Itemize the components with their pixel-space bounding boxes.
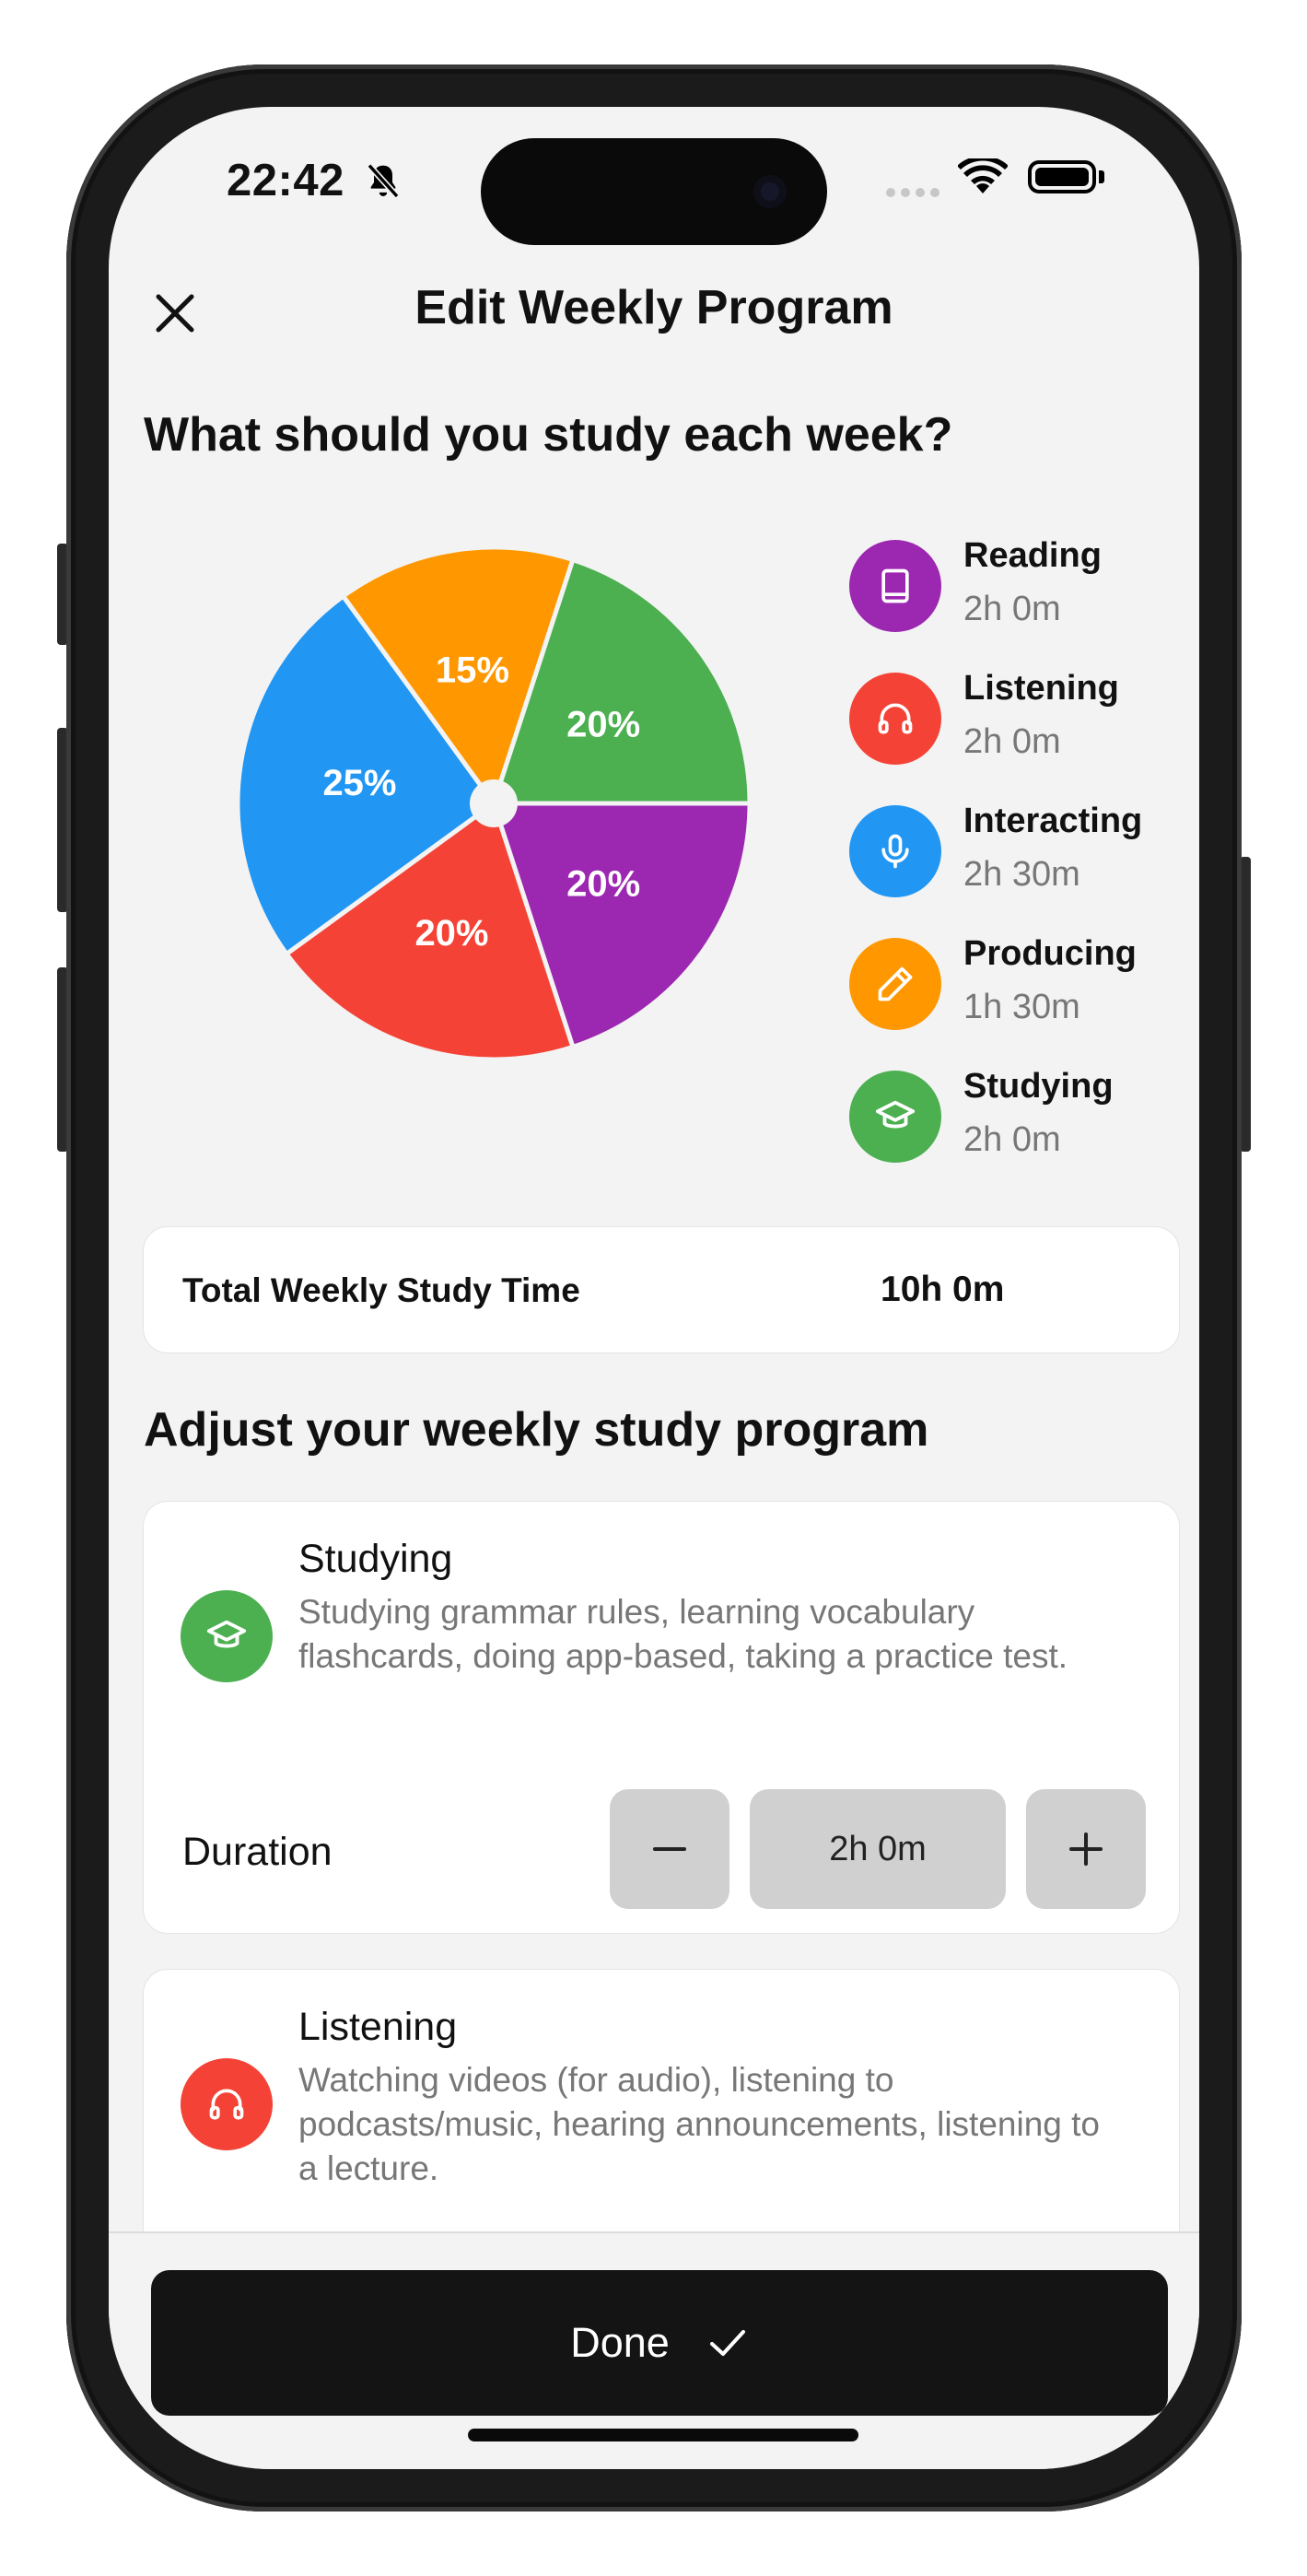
graduation-cap-icon	[206, 1620, 247, 1648]
duration-value: 2h 0m	[750, 1789, 1006, 1909]
book-icon	[881, 568, 909, 603]
activity-description: Watching videos (for audio), listening t…	[298, 2061, 1101, 2187]
legend-swatch	[849, 805, 941, 897]
front-camera	[753, 175, 787, 208]
legend-item-listening: Listening 2h 0m	[849, 669, 1181, 770]
total-card: Total Weekly Study Time 10h 0m	[144, 1227, 1179, 1352]
total-value: 10h 0m	[881, 1270, 1005, 1309]
done-label: Done	[570, 2319, 670, 2366]
duration-label: Duration	[182, 1830, 333, 1874]
microphone-icon	[881, 834, 909, 869]
graduation-cap-icon	[875, 1100, 916, 1129]
activity-name: Studying	[298, 1537, 453, 1581]
decrease-duration-button[interactable]	[610, 1789, 729, 1909]
pie-label-listening: 20%	[414, 913, 488, 954]
legend-item-interacting: Interacting 2h 30m	[849, 802, 1181, 903]
legend-item-producing: Producing 1h 30m	[849, 934, 1181, 1036]
wifi-icon	[958, 158, 1008, 193]
legend-name: Producing	[963, 934, 1137, 973]
home-indicator	[468, 2429, 858, 2441]
pencil-icon	[878, 966, 913, 1001]
pie-label-producing: 15%	[436, 650, 509, 690]
activity-icon	[181, 2058, 273, 2150]
battery-nub	[1099, 170, 1104, 183]
legend-swatch	[849, 1071, 941, 1163]
total-label: Total Weekly Study Time	[182, 1271, 580, 1309]
increase-duration-button[interactable]	[1026, 1789, 1146, 1909]
headphones-icon	[878, 703, 913, 734]
activity-card-studying: Studying Studying grammar rules, learnin…	[144, 1502, 1179, 1933]
legend-name: Interacting	[963, 802, 1143, 840]
activity-icon	[181, 1590, 273, 1682]
section-title-adjust: Adjust your weekly study program	[144, 1403, 929, 1457]
legend-item-studying: Studying 2h 0m	[849, 1067, 1181, 1168]
legend-time: 2h 0m	[963, 1120, 1061, 1159]
plus-icon	[1069, 1832, 1103, 1866]
dynamic-island	[481, 138, 827, 245]
battery-icon	[1028, 160, 1096, 193]
legend-name: Reading	[963, 536, 1102, 575]
legend-swatch	[849, 540, 941, 632]
legend-time: 2h 0m	[963, 590, 1061, 628]
bell-muted-icon	[367, 163, 400, 199]
activity-description: Studying grammar rules, learning vocabul…	[298, 1593, 1068, 1675]
legend-time: 2h 30m	[963, 855, 1080, 894]
legend-time: 1h 30m	[963, 988, 1080, 1026]
legend-name: Listening	[963, 669, 1119, 708]
phone-frame: 22:42 Edit Weekly Program What should yo…	[66, 64, 1242, 2512]
pie-label-studying: 20%	[566, 704, 640, 744]
screen: 22:42 Edit Weekly Program What should yo…	[109, 107, 1199, 2469]
done-button[interactable]: Done	[151, 2270, 1168, 2416]
status-time: 22:42	[227, 156, 344, 205]
legend-item-reading: Reading 2h 0m	[849, 536, 1181, 638]
pie-chart: 20% 20% 25% 15% 20%	[236, 545, 752, 1061]
checkmark-icon	[709, 2330, 745, 2356]
minus-icon	[653, 1847, 686, 1851]
legend-swatch	[849, 673, 941, 765]
pie-center-hole	[470, 779, 518, 827]
activity-name: Listening	[298, 2005, 458, 2049]
page-title: Edit Weekly Program	[414, 281, 893, 334]
pie-label-reading: 20%	[566, 864, 640, 905]
legend-time: 2h 0m	[963, 722, 1061, 761]
section-title-weekly: What should you study each week?	[144, 408, 953, 462]
duration-text: 2h 0m	[829, 1829, 927, 1868]
headphones-icon	[209, 2089, 244, 2120]
legend-swatch	[849, 938, 941, 1030]
signal-icon	[886, 188, 939, 197]
legend-name: Studying	[963, 1067, 1114, 1106]
pie-label-interacting: 25%	[322, 763, 396, 803]
